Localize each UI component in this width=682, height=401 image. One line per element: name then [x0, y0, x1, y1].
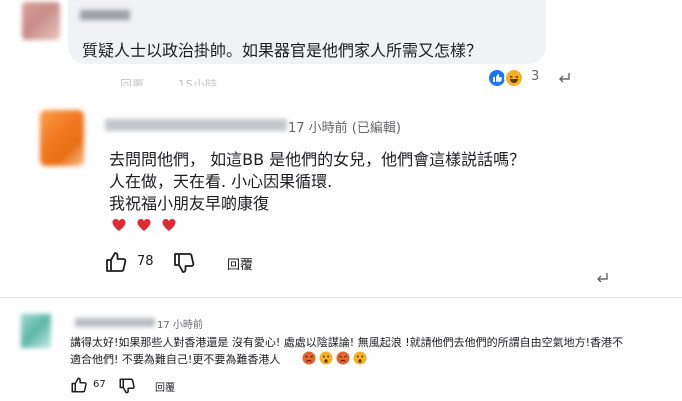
red-heart-icon	[137, 219, 151, 231]
avatar[interactable]	[40, 110, 84, 166]
reply-button[interactable]: 回覆	[155, 379, 175, 394]
action-row: 回覆 15小時	[90, 76, 217, 86]
reaction-count: 3	[531, 69, 540, 84]
comment-line-3: 我祝福小朋友早啲康復	[109, 194, 270, 213]
comment-line-2: 人在做，天在看. 小心因果循環.	[109, 172, 333, 191]
comment-line-2: 適合他們! 不要為難自己!更不要為難香港人	[70, 351, 280, 367]
author-name[interactable]	[75, 318, 155, 327]
angry-face-icon	[302, 351, 316, 365]
comment-line-2-text: 適合他們! 不要為難自己!更不要為難香港人	[70, 353, 281, 366]
reply-button[interactable]: 回覆	[120, 78, 144, 86]
timestamp: 17 小時前	[157, 320, 203, 331]
author-name[interactable]	[105, 119, 287, 131]
reply-button[interactable]: 回覆	[227, 254, 253, 273]
astonished-face-icon	[353, 351, 367, 365]
author-name[interactable]	[80, 10, 130, 20]
divider	[0, 297, 682, 298]
avatar[interactable]	[22, 2, 60, 40]
comment-text: 質疑人士以政治掛帥。如果器官是他們家人所需又怎樣？	[82, 41, 483, 60]
avatar[interactable]	[21, 314, 51, 348]
timestamp: 15小時	[177, 78, 218, 86]
reply-arrow-icon[interactable]	[557, 72, 571, 84]
red-heart-icon	[112, 219, 126, 231]
haha-reaction-icon	[504, 68, 524, 88]
astonished-face-icon	[319, 351, 333, 365]
like-count: 78	[137, 254, 154, 269]
thumbs-up-icon[interactable]	[104, 250, 128, 274]
comment-line-1: 去問問他們， 如這BB 是他們的女兒，他們會這樣説話嗎？	[109, 150, 526, 169]
like-count: 67	[93, 379, 106, 390]
reply-arrow-icon[interactable]	[595, 272, 609, 284]
comment-line-1: 講得太好!如果那些人對香港還是 沒有愛心! 處處以陰謀論! 無風起浪 !就請他們…	[70, 336, 624, 349]
thumbs-down-icon[interactable]	[118, 377, 136, 395]
angry-face-icon	[336, 351, 350, 365]
red-heart-icon	[162, 219, 176, 231]
thumbs-up-icon[interactable]	[70, 376, 88, 394]
thumbs-down-icon[interactable]	[172, 251, 196, 275]
timestamp: 17 小時前 (已編輯)	[288, 121, 401, 136]
